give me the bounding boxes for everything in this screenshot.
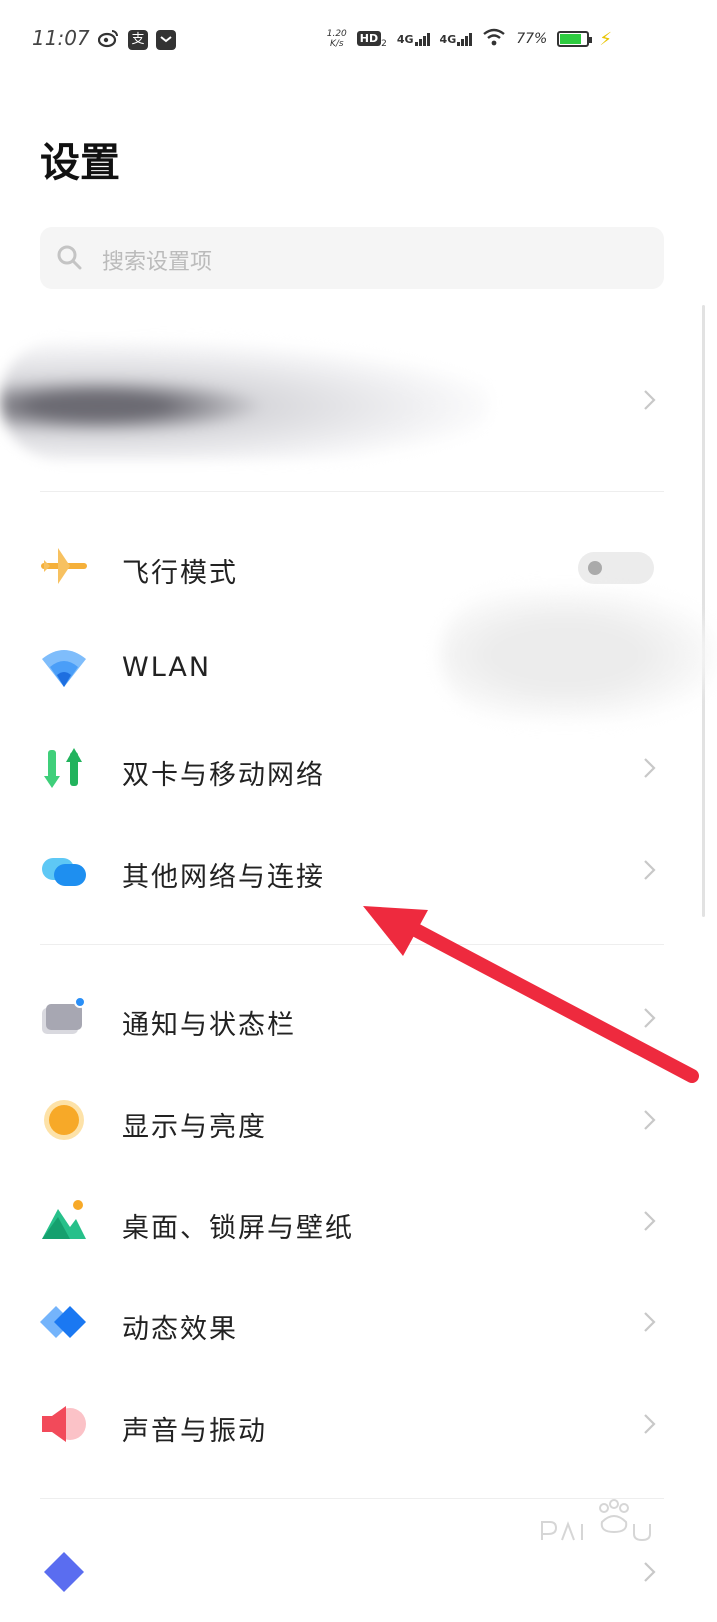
hd-badge: HD 2	[356, 30, 387, 48]
setting-label: 显示与亮度	[122, 1112, 267, 1143]
setting-display-brightness[interactable]: 显示与亮度	[0, 1070, 717, 1170]
chevron-right-icon	[644, 1312, 656, 1332]
other-connections-icon	[42, 858, 86, 886]
signal-icon-1: 4G	[397, 32, 430, 46]
setting-sound-vibration[interactable]: 声音与振动	[0, 1374, 717, 1474]
divider	[40, 944, 664, 945]
setting-label: WLAN	[122, 652, 212, 683]
notification-icon	[42, 996, 86, 1034]
chevron-right-icon	[644, 860, 656, 880]
setting-label: 声音与振动	[122, 1416, 267, 1447]
status-bar: 11:07 支 1.20 K/s HD 2 4G 4G 77% ⚡	[0, 0, 717, 80]
page-title: 设置	[40, 140, 120, 186]
net-speed: 1.20 K/s	[326, 29, 347, 49]
account-row[interactable]	[0, 330, 717, 480]
battery-icon	[557, 31, 593, 47]
chevron-right-icon	[644, 1008, 656, 1028]
partial-item-icon	[44, 1552, 84, 1592]
airplane-icon	[41, 548, 87, 584]
setting-label: 通知与状态栏	[122, 1010, 296, 1041]
chevron-right-icon	[644, 1414, 656, 1434]
setting-label: 飞行模式	[122, 558, 238, 589]
dual-sim-icon	[44, 748, 82, 788]
status-app-icons: 支	[97, 28, 176, 52]
battery-percent: 77%	[516, 31, 548, 47]
animation-icon	[40, 1306, 86, 1338]
mail-icon	[156, 30, 176, 50]
search-input[interactable]: 搜索设置项	[40, 227, 664, 289]
alipay-icon: 支	[128, 30, 148, 50]
setting-other-connections[interactable]: 其他网络与连接	[0, 820, 717, 920]
blurred-overlay	[440, 590, 717, 720]
chevron-right-icon	[644, 390, 656, 410]
chevron-right-icon	[644, 758, 656, 778]
charging-icon: ⚡	[599, 28, 612, 50]
setting-animation[interactable]: 动态效果	[0, 1272, 717, 1372]
sound-icon	[42, 1406, 86, 1442]
setting-label: 动态效果	[122, 1314, 238, 1345]
chevron-right-icon	[644, 1211, 656, 1231]
wifi-icon	[42, 650, 86, 687]
weibo-icon	[97, 28, 120, 52]
setting-label: 双卡与移动网络	[122, 760, 325, 791]
chevron-right-icon	[644, 1562, 656, 1582]
status-time: 11:07	[32, 26, 90, 50]
setting-wallpaper[interactable]: 桌面、锁屏与壁纸	[0, 1171, 717, 1271]
baidu-watermark-logo	[541, 1499, 651, 1542]
status-right-icons: 1.20 K/s HD 2 4G 4G 77% ⚡	[327, 28, 612, 50]
search-placeholder: 搜索设置项	[102, 250, 213, 275]
setting-notifications[interactable]: 通知与状态栏	[0, 968, 717, 1068]
setting-dual-sim[interactable]: 双卡与移动网络	[0, 718, 717, 818]
setting-label: 其他网络与连接	[122, 862, 325, 893]
divider	[40, 491, 664, 492]
chevron-right-icon	[644, 1110, 656, 1130]
wifi-status-icon	[482, 28, 506, 50]
setting-label: 桌面、锁屏与壁纸	[122, 1213, 354, 1244]
search-icon	[57, 245, 82, 270]
account-avatar-blurred	[0, 340, 490, 460]
airplane-toggle[interactable]	[578, 552, 654, 584]
signal-icon-2: 4G	[440, 32, 473, 46]
display-brightness-icon	[44, 1100, 84, 1140]
wallpaper-icon	[42, 1200, 86, 1239]
